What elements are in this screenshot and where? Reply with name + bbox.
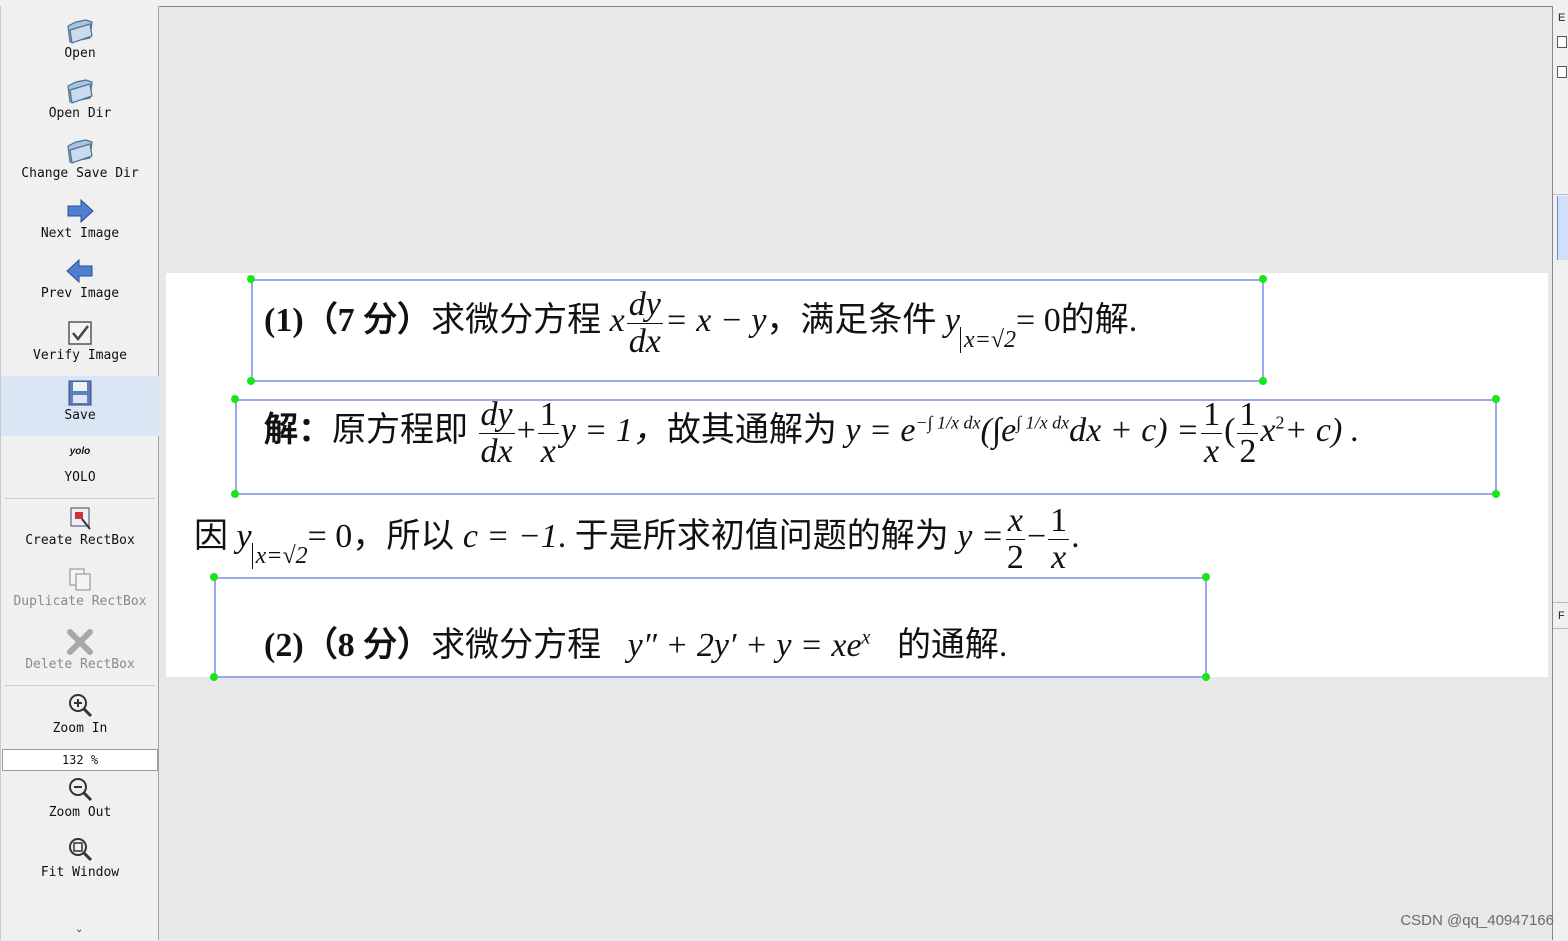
right-panel: E F <box>1552 6 1568 940</box>
fit-window-button[interactable]: Fit Window <box>1 835 159 880</box>
panel-header-letter: F <box>1558 610 1565 622</box>
delete-rectbox-button[interactable]: Delete RectBox <box>1 627 159 672</box>
zoom-in-button[interactable]: Zoom In <box>1 691 159 736</box>
line3-fraction-1: x2 <box>1005 502 1025 576</box>
annotation-box[interactable] <box>214 577 1207 678</box>
box-handle[interactable] <box>1202 573 1210 581</box>
yolo-icon: yolo <box>69 446 91 457</box>
frac-numerator: 1 <box>1048 502 1070 540</box>
line3-text-1: 所以 <box>386 517 455 555</box>
toolbar-separator <box>5 498 155 499</box>
box-handle[interactable] <box>231 490 239 498</box>
panel-divider <box>1553 628 1568 629</box>
box-handle[interactable] <box>1202 673 1210 681</box>
watermark: CSDN @qq_40947166 <box>1400 912 1554 929</box>
fit-window-label: Fit Window <box>40 865 120 880</box>
box-handle[interactable] <box>247 275 255 283</box>
left-toolbar: Open Open Dir Change Save Dir Next Image… <box>0 6 159 940</box>
zoom-in-label: Zoom In <box>52 721 108 736</box>
zoom-value-field[interactable]: 132 % <box>2 749 158 771</box>
panel-checkbox[interactable] <box>1557 66 1567 78</box>
save-label: Save <box>64 408 96 423</box>
duplicate-rectbox-label: Duplicate RectBox <box>13 594 147 609</box>
line3-dot: . <box>1071 517 1080 555</box>
save-button[interactable]: Save <box>1 376 159 436</box>
panel-checkbox[interactable] <box>1557 36 1567 48</box>
yolo-label: YOLO <box>64 470 96 485</box>
line3-yin: 因 <box>194 517 228 555</box>
next-image-button[interactable]: Next Image <box>1 196 159 241</box>
open-dir-button[interactable]: Open Dir <box>1 76 159 121</box>
arrow-left-icon <box>66 258 93 284</box>
prev-image-button[interactable]: Prev Image <box>1 256 159 301</box>
create-rectbox-label: Create RectBox <box>25 533 135 548</box>
zoom-out-button[interactable]: Zoom Out <box>1 775 159 820</box>
change-save-dir-button[interactable]: Change Save Dir <box>1 136 159 181</box>
toolbar-separator <box>5 685 155 686</box>
line3-y: y <box>236 517 252 555</box>
folder-open-icon <box>67 139 93 164</box>
box-handle[interactable] <box>1259 275 1267 283</box>
zoom-out-icon <box>69 778 93 802</box>
annotation-box[interactable] <box>251 279 1264 382</box>
zoom-in-icon <box>69 694 93 718</box>
box-handle[interactable] <box>1259 377 1267 385</box>
frac-denominator: 2 <box>1006 538 1024 576</box>
verify-image-label: Verify Image <box>33 348 127 363</box>
arrow-right-icon <box>67 198 94 224</box>
panel-header-letter: E <box>1558 12 1566 24</box>
line3-y-eq: y = <box>957 517 1004 555</box>
box-handle[interactable] <box>210 573 218 581</box>
initial-value-line: 因 yx=√2= 0，所以 c = −1. 于是所求初值问题的解为 y = x 2−… <box>194 503 1080 575</box>
box-handle[interactable] <box>1492 395 1500 403</box>
box-handle[interactable] <box>1492 490 1500 498</box>
line3-c: c = −1 <box>462 517 558 555</box>
duplicate-icon <box>69 568 91 591</box>
panel-divider <box>1553 602 1568 603</box>
chevron-down-icon[interactable]: ⌄ <box>75 924 83 935</box>
change-save-dir-label: Change Save Dir <box>21 166 139 181</box>
floppy-disk-icon <box>68 380 92 406</box>
delete-rectbox-label: Delete RectBox <box>25 657 135 672</box>
next-image-label: Next Image <box>40 226 120 241</box>
fit-window-icon <box>69 838 93 862</box>
checkbox-checked-icon <box>68 321 92 345</box>
line3-text-2: . 于是所求初值问题的解为 <box>557 517 949 555</box>
annotation-box[interactable] <box>235 399 1497 495</box>
line3-subscript: x=√2 <box>251 542 308 569</box>
prev-image-label: Prev Image <box>40 286 120 301</box>
duplicate-rectbox-button[interactable]: Duplicate RectBox <box>1 564 159 609</box>
open-button[interactable]: Open <box>1 16 159 61</box>
line3-zero: = 0， <box>307 517 387 555</box>
yolo-button[interactable]: yolo YOLO <box>1 440 159 485</box>
open-label: Open <box>64 46 96 61</box>
label-list-selection[interactable] <box>1557 196 1568 260</box>
image-canvas[interactable]: (1)（7 分）求微分方程 x dy dx = x − y，满足条件 yx=√2= 0… <box>160 6 1552 941</box>
line3-fraction-2: 1x <box>1048 502 1070 576</box>
folder-open-icon <box>67 79 93 104</box>
box-handle[interactable] <box>210 673 218 681</box>
zoom-out-label: Zoom Out <box>48 805 112 820</box>
panel-divider <box>1553 194 1568 195</box>
verify-image-button[interactable]: Verify Image <box>1 318 159 363</box>
line3-minus: − <box>1026 517 1047 555</box>
frac-numerator: x <box>1005 502 1025 540</box>
create-rectbox-icon <box>70 507 91 530</box>
create-rectbox-button[interactable]: Create RectBox <box>1 503 159 548</box>
box-handle[interactable] <box>231 395 239 403</box>
box-handle[interactable] <box>247 377 255 385</box>
folder-open-icon <box>67 19 93 44</box>
open-dir-label: Open Dir <box>48 106 112 121</box>
delete-x-icon <box>67 629 93 655</box>
frac-denominator: x <box>1051 538 1067 576</box>
